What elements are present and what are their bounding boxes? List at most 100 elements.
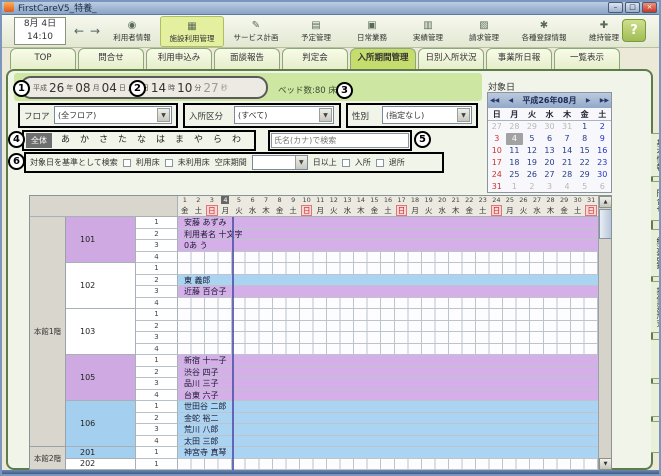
- calendar-next-year-icon[interactable]: ▶▶: [600, 97, 609, 104]
- occupancy-bar[interactable]: 利用者名 十文字: [178, 229, 598, 241]
- calendar-day-cell[interactable]: 24: [488, 169, 506, 181]
- calendar-day-cell[interactable]: 5: [523, 133, 541, 145]
- occupancy-bar[interactable]: 太田 三郎: [178, 436, 598, 448]
- calendar-day-cell[interactable]: 2: [593, 121, 611, 133]
- toolbar-button-registration[interactable]: ✱各種登録情報: [512, 16, 576, 47]
- toolbar-button-results[interactable]: ▥実績管理: [400, 16, 456, 47]
- occupancy-bar[interactable]: 荒川 八郎: [178, 424, 598, 436]
- chevron-down-icon[interactable]: ▼: [157, 108, 170, 122]
- calendar-day-cell[interactable]: 19: [523, 157, 541, 169]
- occupancy-bar[interactable]: 金蛇 裕二: [178, 413, 598, 425]
- forward-arrow-icon[interactable]: →: [90, 24, 100, 38]
- kana-all-button[interactable]: 全体: [26, 133, 52, 148]
- calendar-day-cell[interactable]: 3: [488, 133, 506, 145]
- back-arrow-icon[interactable]: ←: [74, 24, 84, 38]
- calendar-day-cell[interactable]: 28: [506, 121, 524, 133]
- calendar-day-cell[interactable]: 8: [576, 133, 594, 145]
- tab-daily-admission[interactable]: 日別入所状況: [418, 48, 484, 69]
- vertical-scrollbar[interactable]: ▲ ▼: [598, 196, 611, 470]
- calendar-prev-year-icon[interactable]: ◀◀: [490, 97, 499, 104]
- calendar-day-cell[interactable]: 22: [576, 157, 594, 169]
- calendar-day-cell[interactable]: 13: [541, 145, 559, 157]
- calendar-day-cell[interactable]: 3: [541, 181, 559, 193]
- side-tab-0[interactable]: 基本情報: [651, 133, 661, 177]
- toolbar-button-schedule[interactable]: ▤予定管理: [288, 16, 344, 47]
- floor-filter-select[interactable]: (全フロア) ▼: [54, 106, 172, 124]
- calendar-day-cell[interactable]: 29: [523, 121, 541, 133]
- occupancy-bar[interactable]: 世田谷 二郎: [178, 401, 598, 413]
- tab-office-report[interactable]: 事業所日報: [486, 48, 552, 69]
- occupancy-bar[interactable]: 近藤 百合子: [178, 286, 598, 298]
- empty-bed-row[interactable]: [178, 309, 598, 321]
- kana-key-7[interactable]: や: [189, 133, 208, 148]
- chevron-down-icon[interactable]: ▼: [457, 108, 470, 122]
- calendar-day-cell[interactable]: 15: [576, 145, 594, 157]
- calendar-day-cell[interactable]: 26: [523, 169, 541, 181]
- occupancy-bar[interactable]: 安藤 あずみ: [178, 217, 598, 229]
- calendar-day-cell[interactable]: 16: [593, 145, 611, 157]
- calendar-day-cell[interactable]: 14: [558, 145, 576, 157]
- calendar-day-cell[interactable]: 6: [541, 133, 559, 145]
- close-button[interactable]: ×: [642, 2, 657, 13]
- calendar-day-cell[interactable]: 29: [576, 169, 594, 181]
- tab-application[interactable]: 利用申込み: [146, 48, 212, 69]
- occupancy-bar[interactable]: 渋谷 四子: [178, 367, 598, 379]
- used-bed-checkbox[interactable]: [123, 159, 131, 167]
- empty-bed-row[interactable]: [178, 321, 598, 333]
- scroll-up-icon[interactable]: ▲: [599, 196, 612, 208]
- kana-key-3[interactable]: た: [113, 133, 132, 148]
- tab-judgement[interactable]: 判定会: [282, 48, 348, 69]
- calendar-day-cell[interactable]: 4: [506, 133, 524, 145]
- calendar-day-cell[interactable]: 18: [506, 157, 524, 169]
- unused-bed-checkbox[interactable]: [165, 159, 173, 167]
- toolbar-button-daily-work[interactable]: ▣日常業務: [344, 16, 400, 47]
- gender-filter-select[interactable]: (指定なし) ▼: [382, 106, 472, 124]
- calendar-day-cell[interactable]: 20: [541, 157, 559, 169]
- admit-checkbox[interactable]: [342, 159, 350, 167]
- tab-inquiry[interactable]: 問合せ: [78, 48, 144, 69]
- help-button[interactable]: ?: [622, 19, 646, 42]
- calendar-day-cell[interactable]: 17: [488, 157, 506, 169]
- toolbar-button-user-info[interactable]: ◉利用者情報: [104, 16, 160, 47]
- calendar-day-cell[interactable]: 1: [576, 121, 594, 133]
- calendar-day-cell[interactable]: 21: [558, 157, 576, 169]
- scroll-down-icon[interactable]: ▼: [599, 458, 612, 470]
- calendar-day-cell[interactable]: 27: [541, 169, 559, 181]
- calendar-day-cell[interactable]: 30: [541, 121, 559, 133]
- tab-interview-report[interactable]: 面談報告: [214, 48, 280, 69]
- empty-bed-row[interactable]: [178, 263, 598, 275]
- vacancy-period-select[interactable]: ▼: [252, 155, 308, 170]
- calendar-day-cell[interactable]: 6: [593, 181, 611, 193]
- calendar-day-cell[interactable]: 11: [506, 145, 524, 157]
- calendar-day-cell[interactable]: 31: [488, 181, 506, 193]
- calendar-day-cell[interactable]: 10: [488, 145, 506, 157]
- empty-bed-row[interactable]: [178, 298, 598, 310]
- calendar-day-cell[interactable]: 5: [576, 181, 594, 193]
- calendar-day-cell[interactable]: 25: [506, 169, 524, 181]
- empty-bed-row[interactable]: [178, 459, 598, 471]
- calendar-day-cell[interactable]: 31: [558, 121, 576, 133]
- calendar-day-cell[interactable]: 4: [558, 181, 576, 193]
- kana-key-6[interactable]: ま: [170, 133, 189, 148]
- calendar-day-cell[interactable]: 7: [558, 133, 576, 145]
- empty-bed-row[interactable]: [178, 252, 598, 264]
- calendar-day-cell[interactable]: 9: [593, 133, 611, 145]
- side-tab-1[interactable]: 問合せ: [651, 181, 661, 221]
- scrollbar-thumb[interactable]: [599, 209, 612, 239]
- kana-key-5[interactable]: は: [151, 133, 170, 148]
- calendar-day-cell[interactable]: 23: [593, 157, 611, 169]
- name-search-input[interactable]: [271, 133, 409, 148]
- kana-key-4[interactable]: な: [132, 133, 151, 148]
- occupancy-bar[interactable]: 台東 六子: [178, 390, 598, 402]
- admission-type-select[interactable]: (すべて) ▼: [234, 106, 334, 124]
- chevron-down-icon[interactable]: ▼: [319, 108, 332, 122]
- tab-admission-period[interactable]: 入所期間管理: [350, 48, 416, 69]
- tab-top[interactable]: TOP: [10, 48, 76, 69]
- kana-key-1[interactable]: か: [75, 133, 94, 148]
- occupancy-bar[interactable]: 新宿 十一子: [178, 355, 598, 367]
- occupancy-bar[interactable]: 東 義郎: [178, 275, 598, 287]
- calendar-day-cell[interactable]: 30: [593, 169, 611, 181]
- toolbar-button-billing[interactable]: ▨請求管理: [456, 16, 512, 47]
- side-tab-2[interactable]: 経過記録: [651, 229, 661, 277]
- occupancy-bar[interactable]: 品川 三子: [178, 378, 598, 390]
